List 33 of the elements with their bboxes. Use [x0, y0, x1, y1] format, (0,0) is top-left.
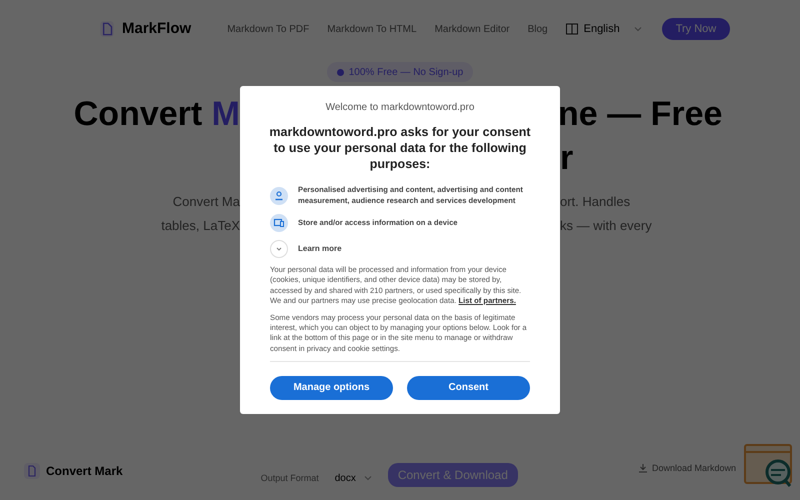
dialog-button[interactable]: Manage options — [270, 376, 393, 400]
hero-subtitle: Convert Ma — [172, 193, 240, 211]
hero-title: Convert M — [72, 94, 240, 135]
document-icon — [24, 463, 40, 479]
nav-link[interactable]: Markdown Editor — [434, 22, 510, 36]
hero-subtitle: ks — with every — [560, 217, 653, 235]
browser-search-icon[interactable] — [744, 444, 792, 488]
document-icon — [98, 20, 116, 38]
learn-more-link[interactable]: Learn more — [298, 243, 342, 256]
consent-heading: markdowntoword.pro asks for your consent to use your personal data for the following purposes: — [268, 124, 532, 172]
hero-subtitle: ort. Handles — [560, 193, 632, 211]
nav-link[interactable]: Blog — [528, 22, 548, 36]
book-icon — [566, 23, 578, 35]
hero-title: r — [560, 138, 574, 179]
download-icon — [638, 463, 648, 473]
devices-icon — [270, 214, 288, 232]
site-label: Welcome to markdowntoword.pro — [324, 101, 476, 116]
try-now-button[interactable]: Try Now — [662, 18, 730, 40]
hero-subtitle: tables, LaTeX — [160, 217, 240, 235]
format-select[interactable]: docx — [334, 471, 356, 486]
person-icon — [270, 186, 288, 205]
logo-text[interactable]: MarkFlow — [122, 18, 192, 40]
download-markdown-link[interactable]: Download Markdown — [652, 462, 736, 476]
chevron-down-icon — [634, 25, 642, 33]
output-format-label: Output Format — [260, 472, 319, 485]
badge-text: 100% Free — No Sign-up — [348, 66, 464, 80]
tool-title: Convert Mark — [46, 463, 123, 480]
language-selector[interactable]: English — [584, 20, 620, 38]
dialog-button[interactable]: Consent — [407, 376, 530, 400]
hero-title: ne — Free — [558, 94, 724, 135]
chevron-down-icon — [364, 474, 372, 482]
nav-link[interactable]: Markdown To HTML — [327, 22, 417, 36]
nav-link[interactable]: Markdown To PDF — [227, 22, 310, 36]
